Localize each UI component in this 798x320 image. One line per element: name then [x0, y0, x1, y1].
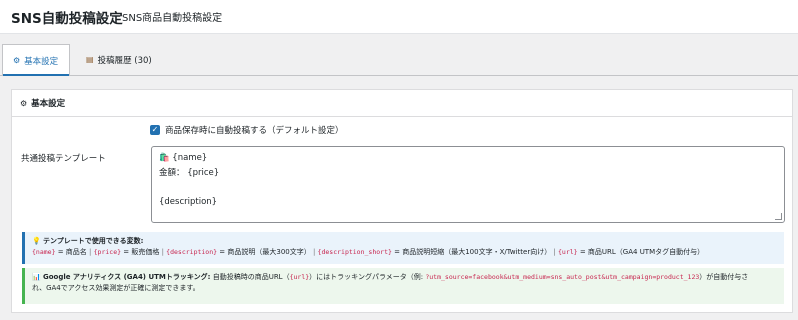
notice-title: 💡 テンプレートで使用できる変数: [32, 237, 144, 245]
variable-code: {description} [166, 248, 218, 256]
auto-post-label: 商品保存時に自動投稿する（デフォルト設定） [165, 126, 344, 136]
template-variables-notice: 💡 テンプレートで使用できる変数: {name} = 商品名 | {price}… [22, 232, 784, 264]
utm-line-1: 📊 Google アナリティクス (GA4) UTMトラッキング: 自動投稿時の… [32, 273, 749, 281]
tab-bar: ⚙ 基本設定 ▤ 投稿履歴 (30) [0, 44, 798, 76]
template-line: 金額： {price} [159, 167, 220, 178]
variable-code: {url} [558, 248, 578, 256]
variable-code: {name} [32, 248, 56, 256]
variable-desc: = 商品URL（GA4 UTMタグ自動付与） [577, 248, 705, 256]
template-line [159, 180, 777, 195]
template-line: {description} [159, 196, 218, 207]
utm-tracking-notice: 📊 Google アナリティクス (GA4) UTMトラッキング: 自動投稿時の… [22, 268, 784, 304]
tab-label: 基本設定 [24, 56, 59, 67]
template-label: 共通投稿テンプレート [21, 154, 106, 164]
variable-desc: = 商品説明（最大300文字） [217, 248, 311, 256]
variable-desc: = 商品名 [55, 248, 87, 256]
auto-post-checkbox[interactable]: ✓ [150, 125, 160, 135]
utm-example-code: ?utm_source=facebook&utm_medium=sns_auto… [425, 273, 700, 281]
book-icon: ▤ [86, 55, 94, 64]
card-title: 基本設定 [31, 99, 66, 109]
card-header: ⚙ 基本設定 [12, 90, 792, 117]
variable-code: {description_short} [317, 248, 392, 256]
variable-desc: = 商品説明短縮（最大100文字・X/Twitter向け） [391, 248, 552, 256]
utm-title: Google アナリティクス (GA4) UTMトラッキング: [42, 273, 211, 281]
auto-post-option[interactable]: ✓ 商品保存時に自動投稿する（デフォルト設定） [150, 124, 344, 136]
page-subtitle: SNS商品自動投稿設定 [122, 13, 223, 24]
resize-handle[interactable] [775, 213, 782, 220]
variable-code: {price} [93, 248, 122, 256]
template-textarea[interactable]: 🛍️ {name} 金額： {price} {description} # [151, 146, 785, 223]
separator: | [551, 248, 559, 256]
settings-card: ⚙ 基本設定 ✓ 商品保存時に自動投稿する（デフォルト設定） 共通投稿テンプレー… [11, 89, 793, 313]
tab-label: 投稿履歴 (30) [97, 55, 152, 66]
page-title: SNS自動投稿設定 [11, 11, 123, 27]
variables-list: {name} = 商品名 | {price} = 販売価格 | {descrip… [32, 247, 777, 258]
template-line: 🛍️ {name} [159, 153, 208, 163]
lightbulb-icon: 💡 [32, 237, 41, 245]
page-header: SNS自動投稿設定 SNS商品自動投稿設定 [0, 0, 798, 34]
variable-desc: = 販売価格 [121, 248, 160, 256]
separator: | [86, 248, 94, 256]
gear-icon: ⚙ [20, 98, 28, 108]
gear-icon: ⚙ [13, 56, 21, 65]
tab-basic-settings[interactable]: ⚙ 基本設定 [2, 44, 70, 76]
tab-post-history[interactable]: ▤ 投稿履歴 (30) [76, 44, 162, 75]
separator: | [310, 248, 318, 256]
bar-chart-icon: 📊 [32, 273, 41, 281]
utm-line-2: れ、GA4でアクセス効果測定が正確に測定できます。 [32, 284, 200, 292]
utm-url-code: {url} [289, 273, 310, 281]
template-line [159, 209, 777, 222]
